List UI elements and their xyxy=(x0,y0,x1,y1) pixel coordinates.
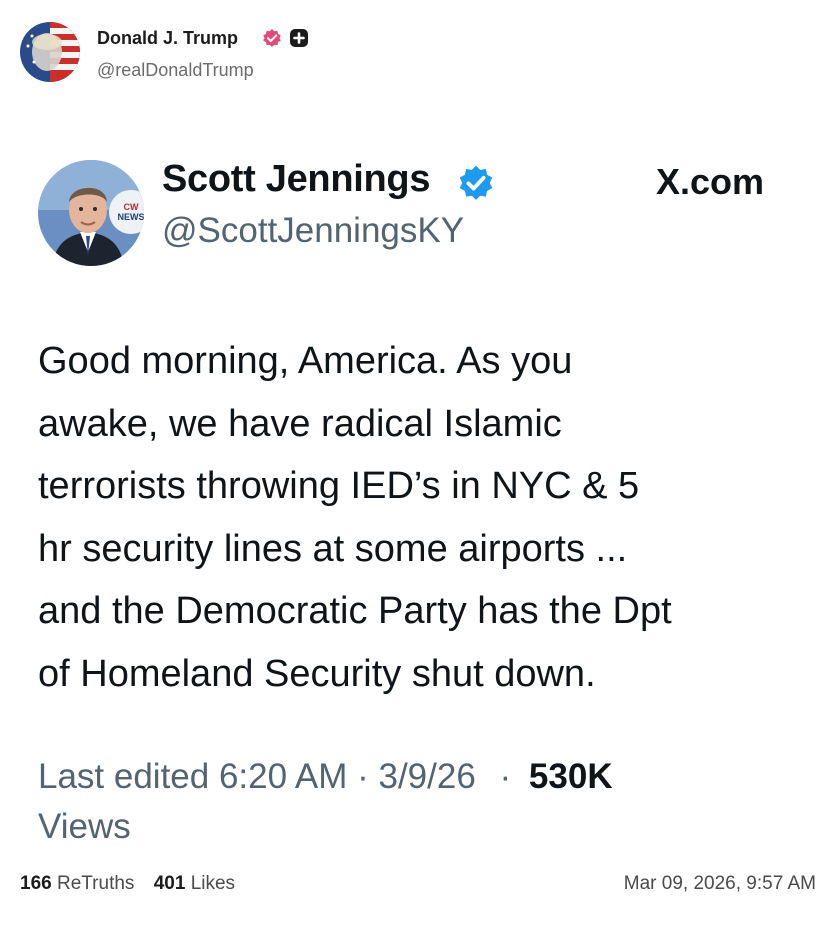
tweet-body-line: of Homeland Security shut down. xyxy=(38,652,596,695)
retruths-count[interactable]: 166 xyxy=(20,873,52,894)
likes-count[interactable]: 401 xyxy=(154,873,186,894)
tweet-body: Good morning, America. As you awake, we … xyxy=(38,330,818,705)
post-timestamp[interactable]: Mar 09, 2026, 9:57 AM xyxy=(624,873,816,895)
meta-separator: · xyxy=(499,757,512,796)
verified-check-icon xyxy=(457,164,495,202)
tweet-author-handle[interactable]: @ScottJenningsKY xyxy=(162,211,464,251)
views-label: Views xyxy=(38,807,131,846)
retruths-label[interactable]: ReTruths xyxy=(57,873,134,894)
views-count: 530K xyxy=(528,757,613,796)
edited-timestamp[interactable]: Last edited 6:20 AM · 3/9/26 xyxy=(38,757,476,796)
poster-handle[interactable]: @realDonaldTrump xyxy=(97,60,254,81)
poster-badges xyxy=(262,28,309,48)
engagement-stats: 166 ReTruths 401 Likes xyxy=(20,873,235,895)
poster-display-name[interactable]: Donald J. Trump xyxy=(97,28,238,49)
tweet-body-line: and the Democratic Party has the Dpt xyxy=(38,590,672,632)
tweet-body-line: hr security lines at some airports ... xyxy=(38,527,628,570)
poster-avatar[interactable] xyxy=(20,22,80,82)
plus-badge-icon xyxy=(289,28,309,48)
source-label: X.com xyxy=(656,161,765,202)
tweet-author-name[interactable]: Scott Jennings xyxy=(162,158,430,201)
svg-text:NEWS: NEWS xyxy=(118,212,145,222)
tweet-author-avatar[interactable]: CW NEWS xyxy=(38,160,144,266)
tweet-body-line: Good morning, America. As you xyxy=(38,340,573,382)
likes-label[interactable]: Likes xyxy=(191,873,235,894)
tweet-body-line: terrorists throwing IED’s in NYC & 5 xyxy=(38,465,640,507)
tweet-meta-line: Last edited 6:20 AM · 3/9/26 · 530K xyxy=(38,752,798,802)
svg-text:CW: CW xyxy=(124,202,139,212)
verified-badge-icon xyxy=(262,28,282,48)
tweet-meta: Last edited 6:20 AM · 3/9/26 · 530K View… xyxy=(38,752,798,852)
tweet-body-line: awake, we have radical Islamic xyxy=(38,402,562,445)
